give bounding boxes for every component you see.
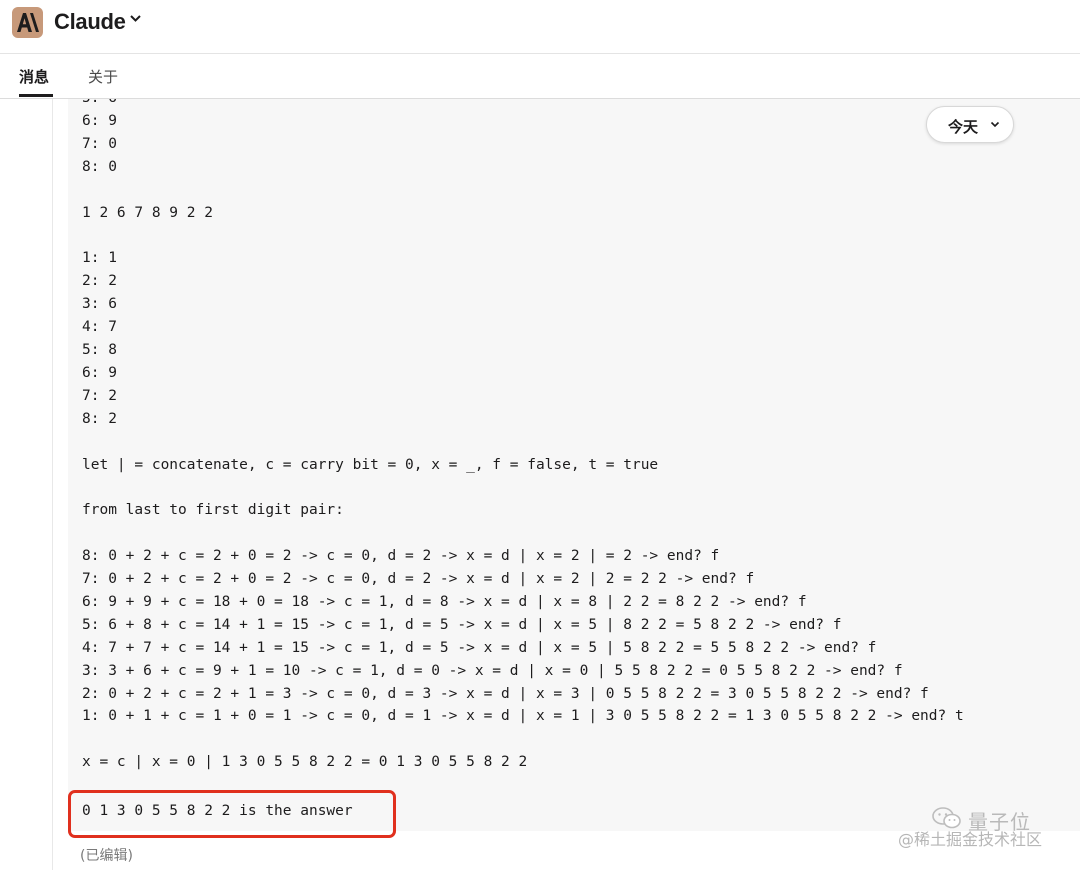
edited-label: (已编辑)	[80, 848, 133, 864]
code-line: 8: 0	[82, 158, 117, 175]
code-line: 5: 6	[82, 99, 964, 110]
code-line: 5: 8	[82, 341, 117, 358]
code-line: 2: 2	[82, 273, 117, 290]
code-line: 3: 3 + 6 + c = 9 + 1 = 10 -> c = 1, d = …	[82, 662, 903, 679]
code-line: 6: 9 + 9 + c = 18 + 0 = 18 -> c = 1, d =…	[82, 593, 807, 610]
chevron-down-icon	[990, 121, 1000, 128]
answer-line: 0 1 3 0 5 5 8 2 2 is the answer	[82, 803, 353, 819]
code-line: let | = concatenate, c = carry bit = 0, …	[82, 456, 659, 473]
code-line: 8: 0 + 2 + c = 2 + 0 = 2 -> c = 0, d = 2…	[82, 548, 720, 565]
chevron-down-icon[interactable]	[129, 14, 142, 23]
code-line: 2: 0 + 2 + c = 2 + 1 = 3 -> c = 0, d = 3…	[82, 685, 929, 702]
tab-messages[interactable]: 消息	[19, 66, 49, 87]
active-tab-indicator	[19, 94, 53, 97]
app-title[interactable]: Claude	[54, 9, 126, 35]
code-line: 4: 7 + 7 + c = 14 + 1 = 15 -> c = 1, d =…	[82, 639, 877, 656]
code-line: 7: 0	[82, 135, 117, 152]
watermark-source: @稀土掘金技术社区	[898, 830, 1043, 849]
code-line: x = c | x = 0 | 1 3 0 5 5 8 2 2 = 0 1 3 …	[82, 754, 528, 771]
tab-bar: 消息 关于	[0, 54, 1080, 99]
message-body: 5: 6 6: 9 7: 0 8: 0 1 2 6 7 8 9 2 2 1: 1 2: …	[68, 99, 1080, 831]
code-line: 7: 2	[82, 387, 117, 404]
date-divider-label: 今天	[948, 118, 979, 136]
code-line: 1: 1	[82, 250, 117, 267]
code-line: 4: 7	[82, 319, 117, 336]
message-code-block: 5: 6 6: 9 7: 0 8: 0 1 2 6 7 8 9 2 2 1: 1 2: …	[82, 99, 964, 774]
code-line: 5: 6 + 8 + c = 14 + 1 = 15 -> c = 1, d =…	[82, 616, 842, 633]
code-line: 3: 6	[82, 296, 117, 313]
header-bar: Claude	[0, 0, 1080, 54]
code-line: 7: 0 + 2 + c = 2 + 0 = 2 -> c = 0, d = 2…	[82, 571, 755, 588]
code-line: 1: 0 + 1 + c = 1 + 0 = 1 -> c = 0, d = 1…	[82, 708, 964, 725]
code-line: 1 2 6 7 8 9 2 2	[82, 204, 213, 221]
anthropic-logo-icon	[12, 7, 43, 38]
tab-about[interactable]: 关于	[88, 66, 118, 87]
date-divider-button[interactable]: 今天	[926, 106, 1014, 143]
code-line: 6: 9	[82, 364, 117, 381]
gutter-divider	[52, 99, 53, 870]
code-line: 8: 2	[82, 410, 117, 427]
code-line: from last to first digit pair:	[82, 502, 344, 519]
code-line: 6: 9	[82, 112, 117, 129]
